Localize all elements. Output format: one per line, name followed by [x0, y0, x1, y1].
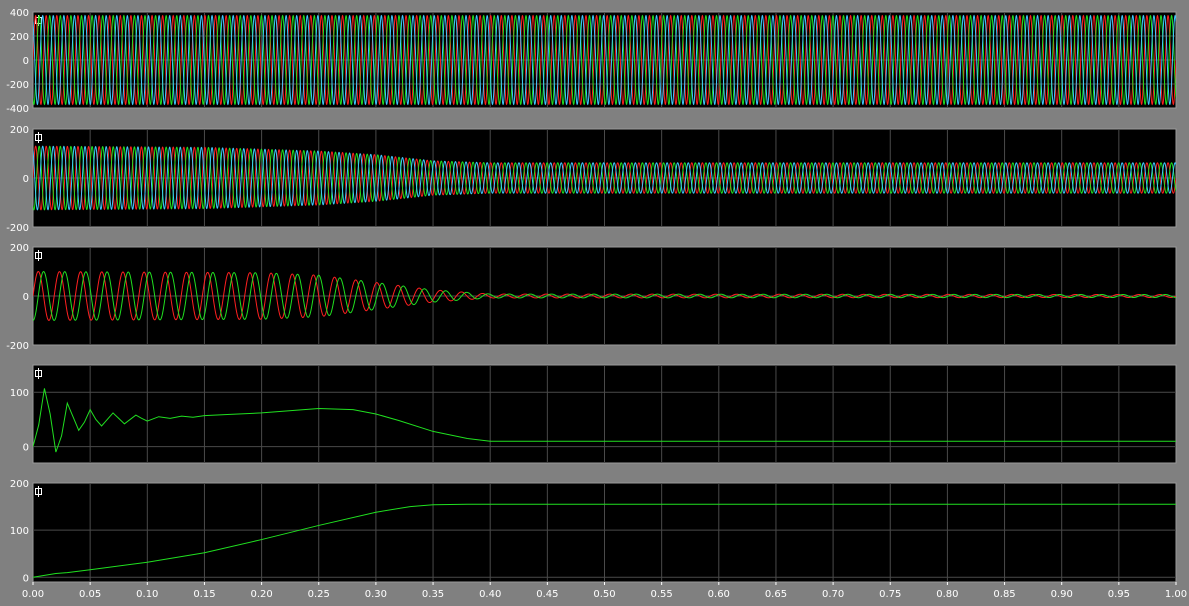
x-tick-label: 0.95	[1108, 589, 1130, 600]
y-tick-label: -400	[6, 104, 29, 115]
x-tick-label: 0.15	[193, 589, 215, 600]
x-tick-label: 1.00	[1165, 589, 1187, 600]
x-tick-label: 0.50	[593, 589, 615, 600]
y-tick-label: 0	[23, 174, 29, 185]
y-tick-label: 0	[23, 573, 29, 584]
y-tick-label: 200	[10, 479, 29, 490]
y-tick-label: -200	[6, 341, 29, 352]
y-tick-label: 0	[23, 443, 29, 454]
x-tick-label: 0.60	[708, 589, 730, 600]
x-tick-label: 0.05	[79, 589, 101, 600]
x-tick-label: 0.30	[365, 589, 387, 600]
scope-panel-5: 200 100 0 0.00 0.05 0.10 0.15 0.20 0.25 0.30 0.35 0…	[10, 479, 1187, 600]
x-tick-label: 0.65	[765, 589, 787, 600]
x-tick-label: 0.20	[250, 589, 272, 600]
x-tick-label: 0.45	[536, 589, 558, 600]
y-tick-label: -200	[6, 223, 29, 234]
y-tick-label: -200	[6, 80, 29, 91]
x-tick-label: 0.00	[22, 589, 44, 600]
y-tick-label: 200	[10, 32, 29, 43]
y-tick-label: 0	[23, 56, 29, 67]
x-tick-label: 0.40	[479, 589, 501, 600]
x-tick-label: 0.55	[651, 589, 673, 600]
scope-display: 400 200 0 -200 -400 200 0 -200 200 0 -200 100 0 200 10…	[6, 8, 1187, 600]
x-tick-label: 0.75	[879, 589, 901, 600]
scope-panel-4: 100 0	[10, 364, 1177, 464]
y-tick-label: 200	[10, 243, 29, 254]
x-tick-label: 0.10	[136, 589, 158, 600]
x-tick-label: 0.35	[422, 589, 444, 600]
scope-panel-2: 200 0 -200	[6, 125, 1177, 234]
y-tick-label: 100	[10, 388, 29, 399]
y-tick-label: 400	[10, 8, 29, 19]
x-tick-label: 0.90	[1051, 589, 1073, 600]
x-tick-label: 0.80	[936, 589, 958, 600]
x-tick-label: 0.25	[308, 589, 330, 600]
y-tick-label: 100	[10, 526, 29, 537]
scope-panel-1: 400 200 0 -200 -400	[6, 8, 1177, 115]
y-tick-label: 200	[10, 125, 29, 136]
x-tick-label: 0.70	[822, 589, 844, 600]
x-tick-label: 0.85	[993, 589, 1015, 600]
y-tick-label: 0	[23, 292, 29, 303]
scope-panel-3: 200 0 -200	[6, 243, 1177, 352]
